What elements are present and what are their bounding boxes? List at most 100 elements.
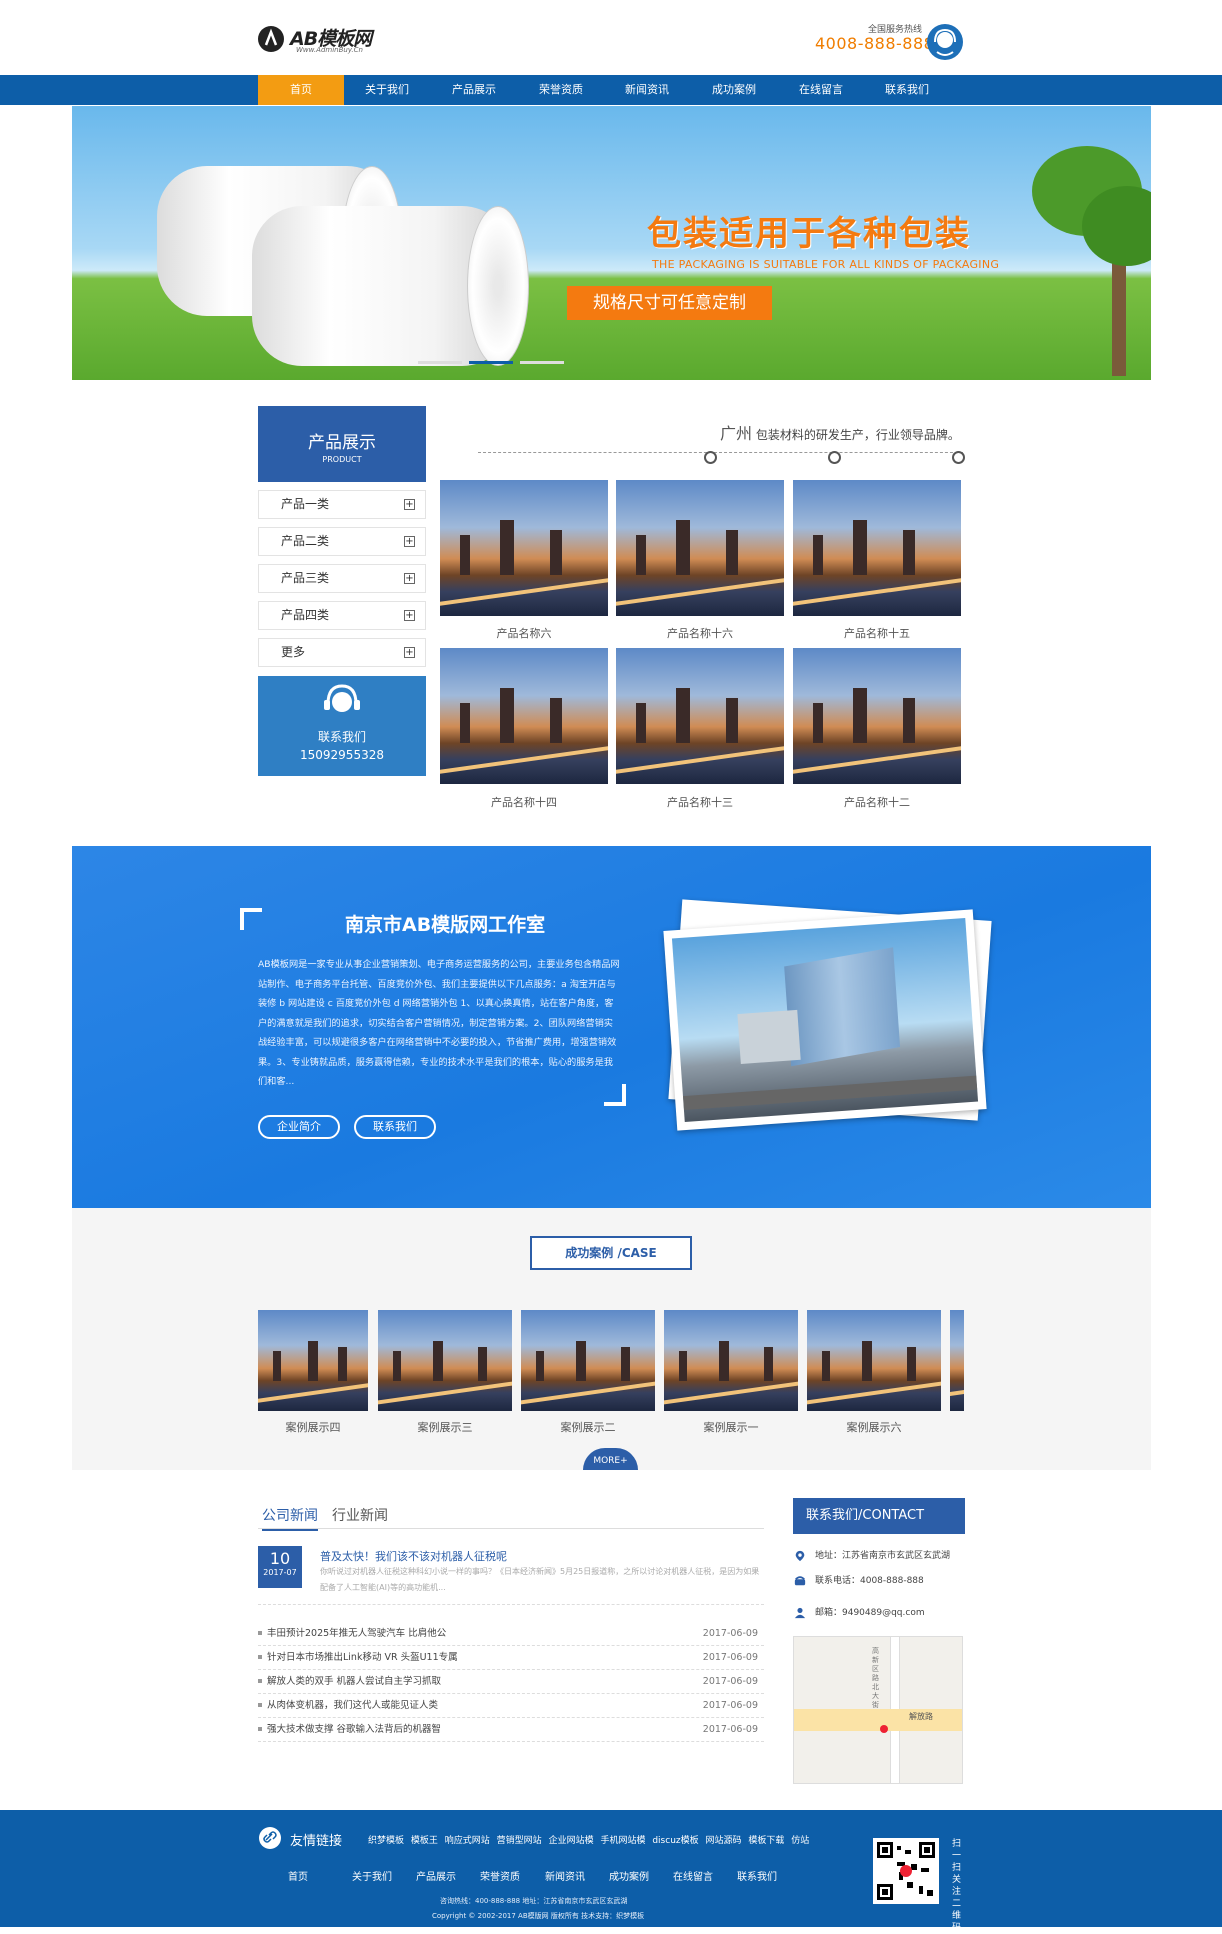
category-label: 产品二类 <box>281 534 330 548</box>
category-item[interactable]: 产品四类 + <box>258 601 426 630</box>
featured-day: 10 <box>269 1549 291 1568</box>
case-caption[interactable]: 案例展示六 <box>807 1419 941 1435</box>
friend-link[interactable]: 营销型网站 <box>497 1836 542 1846</box>
friend-link[interactable]: discuz模板 <box>652 1836 698 1846</box>
nav-home[interactable]: 首页 <box>258 75 344 105</box>
category-item[interactable]: 产品一类 + <box>258 490 426 519</box>
hero-banner[interactable]: 包装适用于各种包装 THE PACKAGING IS SUITABLE FOR … <box>72 106 1151 380</box>
product-caption[interactable]: 产品名称十三 <box>616 794 784 810</box>
bullet-icon <box>258 1726 262 1731</box>
nav-products[interactable]: 产品展示 <box>431 75 517 105</box>
product-image[interactable] <box>440 480 608 616</box>
news-title: 强大技术做支撑 谷歌输入法背后的机器智 <box>267 1724 442 1735</box>
footer-nav-contact[interactable]: 联系我们 <box>737 1868 777 1883</box>
friend-link[interactable]: 模板下载 <box>748 1836 784 1846</box>
case-caption[interactable]: 案例展示四 <box>246 1419 380 1435</box>
featured-news-title[interactable]: 普及太快！我们该不该对机器人征税呢 <box>320 1548 507 1564</box>
qr-code-caption: 扫一扫关注二维码 <box>952 1839 962 1933</box>
slide-dot-2[interactable] <box>469 361 513 364</box>
product-image[interactable] <box>440 648 608 784</box>
product-image[interactable] <box>793 480 961 616</box>
news-date: 2017-06-09 <box>702 1724 758 1735</box>
nav-contact[interactable]: 联系我们 <box>864 75 950 105</box>
footer-nav-cases[interactable]: 成功案例 <box>609 1868 649 1883</box>
friend-link[interactable]: 仿站 <box>791 1836 809 1846</box>
nav-honors[interactable]: 荣誉资质 <box>518 75 604 105</box>
product-caption[interactable]: 产品名称十五 <box>793 625 961 641</box>
friend-link[interactable]: 企业网站模 <box>549 1836 594 1846</box>
product-image[interactable] <box>793 648 961 784</box>
location-map[interactable]: 解放路 高新区路北大街 <box>793 1636 963 1784</box>
friend-link[interactable]: 手机网站模 <box>600 1836 645 1846</box>
case-caption[interactable]: 案例展示二 <box>521 1419 655 1435</box>
divider-ring <box>704 451 717 464</box>
nav-news[interactable]: 新闻资讯 <box>604 75 690 105</box>
footer-nav-message[interactable]: 在线留言 <box>673 1868 713 1883</box>
news-row[interactable]: 解放人类的双手 机器人尝试自主学习抓取 2017-06-09 <box>258 1670 764 1694</box>
category-item[interactable]: 产品三类 + <box>258 564 426 593</box>
footer-nav-honors[interactable]: 荣誉资质 <box>480 1868 520 1883</box>
bullet-icon <box>258 1654 262 1659</box>
about-contact-button[interactable]: 联系我们 <box>354 1115 436 1139</box>
product-caption[interactable]: 产品名称十四 <box>440 794 608 810</box>
footer-nav-news[interactable]: 新闻资讯 <box>545 1868 585 1883</box>
friend-link[interactable]: 模板王 <box>411 1836 438 1846</box>
news-date: 2017-06-09 <box>702 1628 758 1639</box>
product-caption[interactable]: 产品名称六 <box>440 625 608 641</box>
nav-cases[interactable]: 成功案例 <box>691 75 777 105</box>
bullet-icon <box>258 1630 262 1635</box>
tab-industry-news[interactable]: 行业新闻 <box>332 1505 388 1525</box>
sidebar-contact-phone: 15092955328 <box>300 748 384 762</box>
category-item-more[interactable]: 更多 + <box>258 638 426 667</box>
case-image-partial[interactable] <box>950 1310 964 1411</box>
user-icon <box>794 1607 806 1618</box>
product-image[interactable] <box>616 480 784 616</box>
main-nav: 首页 关于我们 产品展示 荣誉资质 新闻资讯 成功案例 在线留言 联系我们 <box>0 75 1222 105</box>
product-caption[interactable]: 产品名称十六 <box>616 625 784 641</box>
case-image[interactable] <box>378 1310 512 1411</box>
corner-decoration <box>240 908 262 930</box>
company-intro-button[interactable]: 企业简介 <box>258 1115 340 1139</box>
contact-panel-title: 联系我们/CONTACT <box>793 1498 965 1534</box>
news-divider <box>258 1604 764 1605</box>
nav-message[interactable]: 在线留言 <box>778 75 864 105</box>
category-label: 产品四类 <box>281 608 330 622</box>
plus-icon: + <box>404 573 415 584</box>
case-image[interactable] <box>258 1310 368 1411</box>
news-row[interactable]: 丰田预计2025年推无人驾驶汽车 比肩他公 2017-06-09 <box>258 1622 764 1646</box>
sidebar-contact-box[interactable]: 联系我们 15092955328 <box>258 676 426 776</box>
hotline-number: 4008-888-888 <box>815 34 935 53</box>
case-caption[interactable]: 案例展示三 <box>378 1419 512 1435</box>
footer-nav-home[interactable]: 首页 <box>288 1868 308 1883</box>
news-row[interactable]: 强大技术做支撑 谷歌输入法背后的机器智 2017-06-09 <box>258 1718 764 1742</box>
slide-dot-3[interactable] <box>520 361 564 364</box>
case-caption[interactable]: 案例展示一 <box>664 1419 798 1435</box>
footer-nav-about[interactable]: 关于我们 <box>352 1868 392 1883</box>
news-title: 丰田预计2025年推无人驾驶汽车 比肩他公 <box>267 1628 447 1639</box>
map-road-label: 解放路 <box>909 1712 933 1721</box>
footer-nav-products[interactable]: 产品展示 <box>416 1868 456 1883</box>
news-row[interactable]: 从肉体变机器，我们这代人或能见证人类 2017-06-09 <box>258 1694 764 1718</box>
news-row[interactable]: 针对日本市场推出Link移动 VR 头盔U11专属 2017-06-09 <box>258 1646 764 1670</box>
map-street-label: 高新区路北大街 <box>872 1647 879 1709</box>
divider-ring <box>828 451 841 464</box>
nav-about[interactable]: 关于我们 <box>344 75 430 105</box>
phone-icon <box>794 1575 806 1585</box>
contact-email: 邮箱：9490489@qq.com <box>793 1605 925 1619</box>
slide-dot-1[interactable] <box>418 361 462 364</box>
friend-link[interactable]: 织梦模板 <box>368 1836 404 1846</box>
case-image[interactable] <box>521 1310 655 1411</box>
case-image[interactable] <box>807 1310 941 1411</box>
friend-links-label: 友情链接 <box>290 1834 343 1849</box>
divider-ring <box>952 451 965 464</box>
category-item[interactable]: 产品二类 + <box>258 527 426 556</box>
case-image[interactable] <box>664 1310 798 1411</box>
product-image[interactable] <box>616 648 784 784</box>
news-title: 解放人类的双手 机器人尝试自主学习抓取 <box>267 1676 442 1687</box>
logo[interactable]: AB模板网 Www.AdminBuy.Cn <box>258 22 378 58</box>
friend-link[interactable]: 网站源码 <box>706 1836 742 1846</box>
banner-cta-button[interactable]: 规格尺寸可任意定制 <box>567 286 772 320</box>
friend-link[interactable]: 响应式网站 <box>445 1836 490 1846</box>
tree-trunk <box>1112 256 1126 376</box>
product-caption[interactable]: 产品名称十二 <box>793 794 961 810</box>
